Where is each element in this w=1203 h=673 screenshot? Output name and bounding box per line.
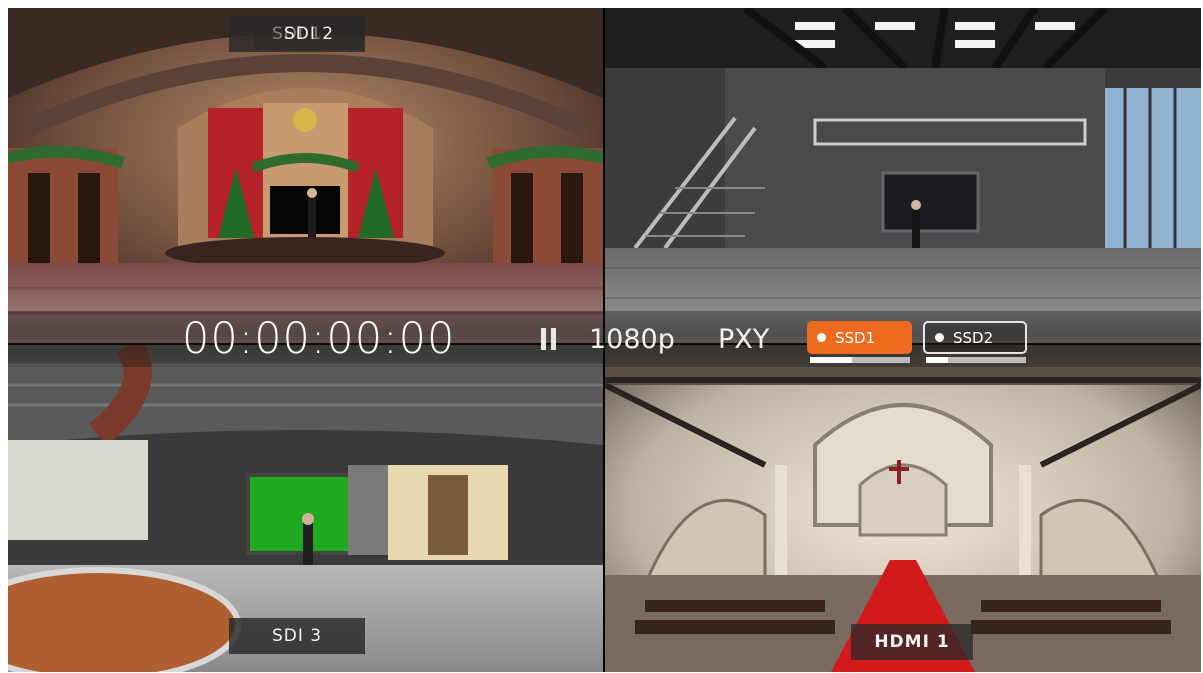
source-label-sdi-2: SDI 2	[254, 18, 364, 50]
storage-ssd2-level-meter	[926, 357, 1026, 363]
storage-ssd2-button[interactable]: SSD2	[923, 321, 1027, 354]
source-label-sdi-3: SDI 3	[229, 618, 365, 654]
christmas-stage-scene	[8, 8, 603, 343]
record-dot-icon	[817, 333, 826, 342]
preview-hdmi-1[interactable]	[605, 345, 1201, 672]
pause-icon[interactable]	[541, 328, 559, 350]
preview-sdi-1[interactable]	[8, 8, 603, 343]
timecode-display: 00:00:00:00	[182, 314, 456, 364]
preview-sdi-2[interactable]	[605, 8, 1201, 343]
storage-ssd2-label: SSD2	[953, 328, 994, 347]
storage-ssd1-level-meter	[810, 357, 910, 363]
resolution-indicator: 1080p	[589, 324, 675, 355]
storage-ssd1-label: SSD1	[835, 328, 876, 347]
storage-ssd1-button[interactable]: SSD1	[807, 321, 912, 354]
record-dot-icon	[935, 333, 944, 342]
cathedral-scene	[605, 345, 1201, 672]
source-label-hdmi-1: HDMI 1	[851, 624, 973, 660]
proxy-indicator: PXY	[718, 324, 770, 355]
industrial-loft-scene	[605, 8, 1201, 343]
